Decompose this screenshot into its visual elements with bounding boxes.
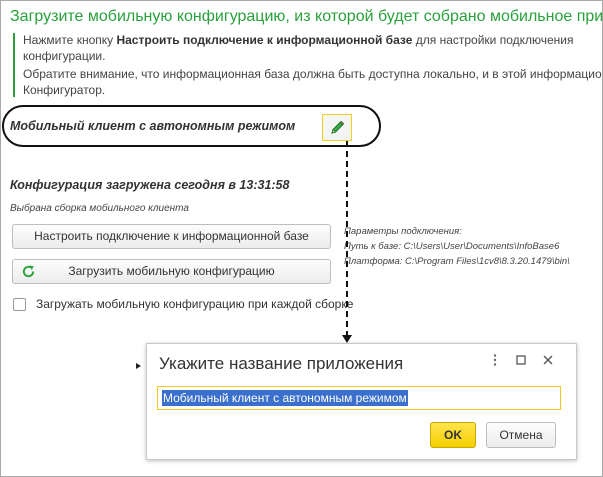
pencil-icon [331,120,345,134]
edit-app-name-button[interactable] [322,114,352,141]
cancel-button[interactable]: Отмена [486,422,556,448]
hint-line-1: Нажмите кнопку Настроить подключение к и… [23,33,574,47]
configuration-loaded-label: Конфигурация загружена сегодня в 13:31:5… [10,178,290,192]
close-icon[interactable] [540,352,556,368]
dialog-title: Укажите название приложения [159,354,404,373]
hint-line-1-bold: Настроить подключение к информационной б… [116,33,413,47]
pointer-marker [136,363,141,369]
hint-line-1-prefix: Нажмите кнопку [23,33,117,47]
hint-line-1-suffix: для настройки подключения [412,33,574,47]
app-name-selected-text: Мобильный клиент с автономным режимом [162,390,408,406]
hint-line-2: конфигурации. [23,49,106,63]
load-configuration-button[interactable]: Загрузить мобильную конфигурацию [12,259,331,284]
app-name-dialog: Укажите название приложения Мобильный кл… [146,343,577,460]
connection-header: Параметры подключения: [344,226,462,237]
maximize-icon[interactable] [513,352,529,368]
more-vertical-icon[interactable] [487,352,503,368]
hint-block: Нажмите кнопку Настроить подключение к и… [13,33,603,97]
setup-connection-button[interactable]: Настроить подключение к информационной б… [12,224,331,249]
hint-line-3: Обратите внимание, что информационная ба… [23,67,603,81]
load-each-build-checkbox[interactable] [13,298,26,311]
connection-path: Путь к базе: C:\Users\User\Documents\Inf… [344,241,560,252]
app-name-input[interactable]: Мобильный клиент с автономным режимом [157,386,561,410]
connection-platform: Платформа: C:\Program Files\1cv8\8.3.20.… [344,256,570,267]
build-selected-label: Выбрана сборка мобильного клиента [10,203,189,214]
load-each-build-label[interactable]: Загружать мобильную конфигурацию при каж… [36,297,353,311]
main-window: Загрузите мобильную конфигурацию, из кот… [0,0,603,477]
refresh-icon [22,265,35,278]
mobile-client-label: Мобильный клиент с автономным режимом [10,119,296,133]
ok-button[interactable]: OK [430,422,476,448]
load-configuration-label: Загрузить мобильную конфигурацию [68,264,275,278]
connection-params: Параметры подключения: Путь к базе: C:\U… [344,224,570,269]
hint-line-4: Конфигуратор. [23,83,106,97]
page-title: Загрузите мобильную конфигурацию, из кот… [10,8,603,25]
